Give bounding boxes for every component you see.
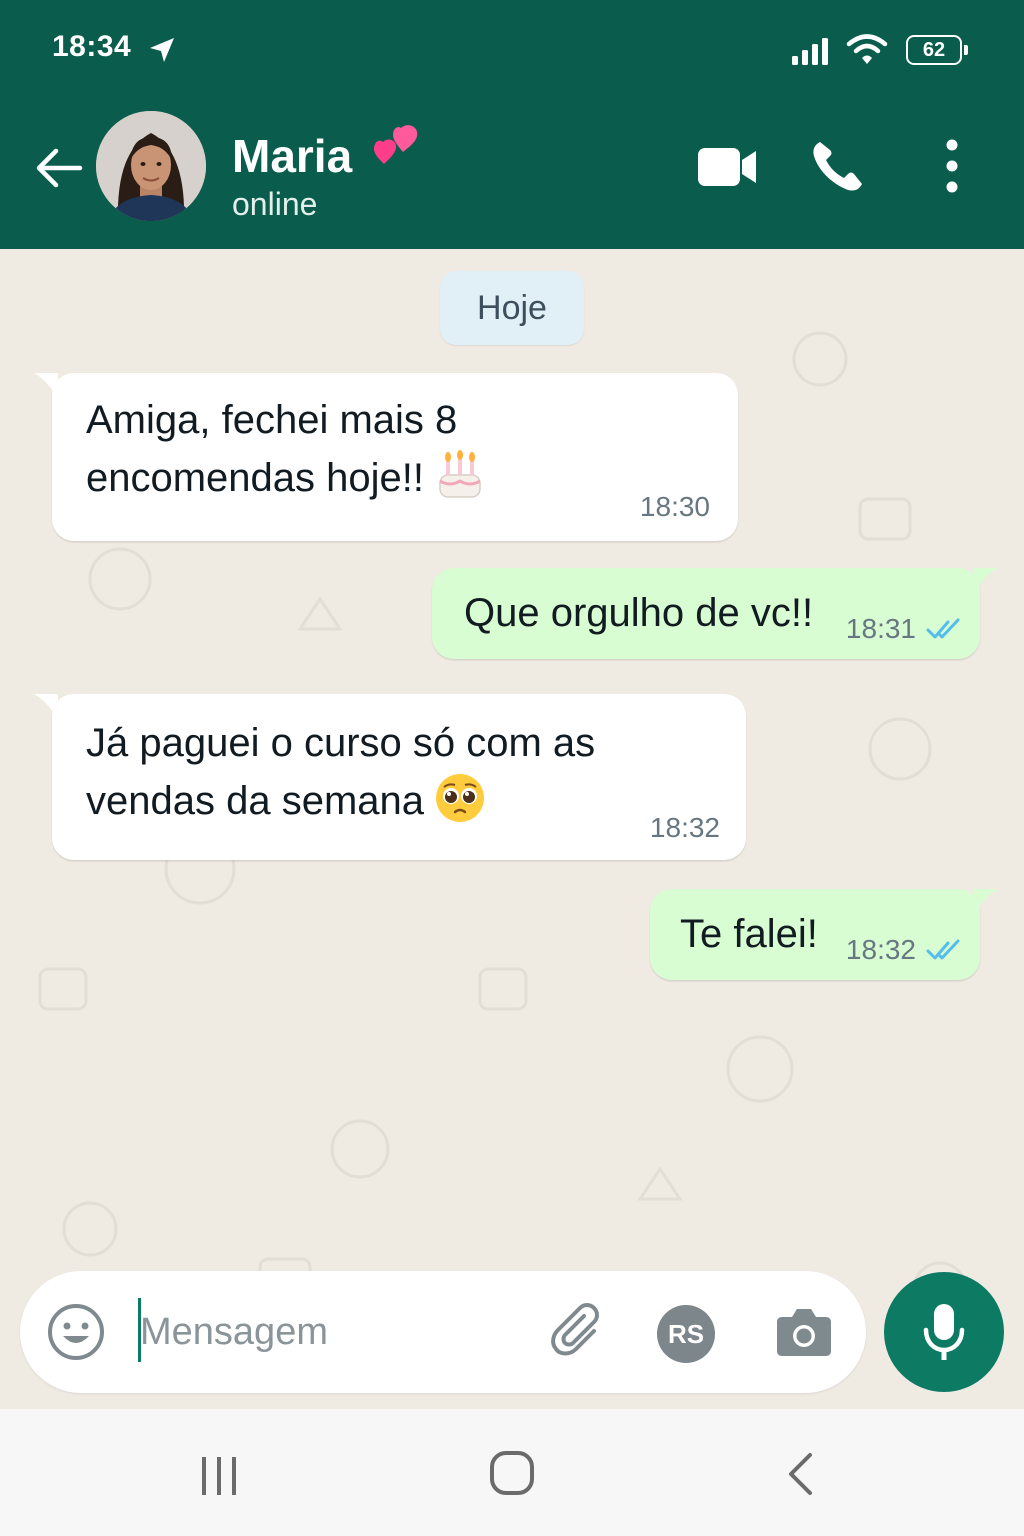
two-hearts-emoji (373, 125, 418, 164)
phone-icon[interactable] (808, 136, 868, 196)
home-icon[interactable] (488, 1449, 536, 1497)
double-check-read-icon (926, 939, 960, 960)
video-call-icon[interactable] (694, 140, 760, 194)
message-text: Amiga, fechei mais 8 encomendas hoje!! (86, 391, 486, 507)
location-arrow-icon (150, 38, 174, 62)
message-incoming[interactable]: Já paguei o curso só com as vendas da se… (34, 694, 746, 860)
battery-level: 62 (906, 35, 962, 65)
message-text: Te falei! (680, 912, 818, 956)
signal-icon (792, 38, 828, 65)
bubble-tail (974, 889, 998, 915)
message-meta: 18:32 (846, 936, 962, 964)
contact-name[interactable]: Maria (232, 124, 423, 183)
message-outgoing[interactable]: Que orgulho de vc!! 18:31 (432, 568, 998, 659)
message-meta: 18:31 (846, 615, 962, 643)
birthday-cake-emoji (439, 450, 481, 498)
system-back-icon[interactable] (782, 1449, 818, 1499)
chat-area[interactable]: Hoje Amiga, fechei mais 8 encomendas hoj… (0, 249, 1024, 1409)
status-time: 18:34 (52, 30, 132, 63)
back-arrow-icon[interactable] (30, 140, 86, 196)
camera-icon[interactable] (774, 1303, 834, 1359)
wifi-icon (846, 34, 888, 64)
message-text: Que orgulho de vc!! (464, 591, 814, 635)
date-chip: Hoje (440, 271, 584, 345)
double-check-read-icon (926, 618, 960, 639)
status-bar: 18:34 62 (0, 0, 1024, 100)
message-time: 18:32 (845, 934, 916, 965)
contact-status: online (232, 186, 318, 222)
message-outgoing[interactable]: Te falei! 18:32 (650, 889, 998, 980)
message-composer: RS (20, 1271, 866, 1393)
message-time: 18:31 (845, 613, 916, 644)
message-time: 18:32 (649, 812, 720, 843)
message-input[interactable] (140, 1295, 530, 1369)
battery-icon: 62 (906, 35, 968, 67)
emoji-icon[interactable] (46, 1302, 106, 1362)
message-text: Já paguei o curso só com as vendas da se… (86, 721, 596, 823)
bubble-tail (974, 568, 998, 594)
more-vertical-icon[interactable] (930, 136, 974, 196)
pleading-face-emoji (436, 774, 485, 822)
microphone-button[interactable] (884, 1272, 1004, 1392)
paperclip-icon[interactable] (548, 1301, 610, 1363)
avatar-button[interactable]: RS (657, 1305, 715, 1363)
message-incoming[interactable]: Amiga, fechei mais 8 encomendas hoje!! 1… (34, 373, 738, 541)
bubble-tail (34, 694, 58, 720)
chat-header: 18:34 62 Maria online (0, 0, 1024, 249)
system-navigation-bar (0, 1409, 1024, 1536)
contact-avatar[interactable] (96, 111, 206, 221)
bubble-tail (34, 373, 58, 399)
message-time: 18:30 (639, 491, 710, 522)
microphone-icon (923, 1304, 965, 1360)
recent-apps-icon[interactable] (196, 1453, 242, 1499)
avatar-photo (96, 111, 206, 221)
